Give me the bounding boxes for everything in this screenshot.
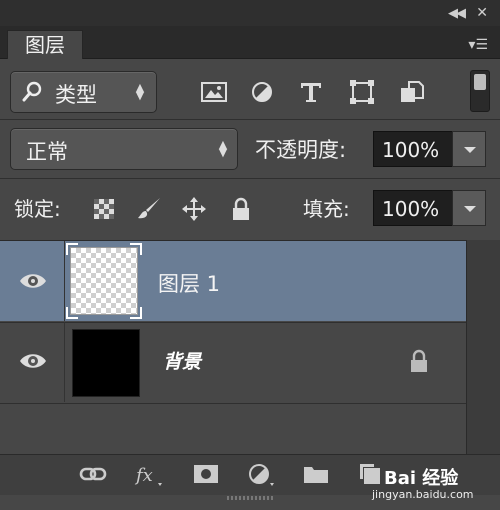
selection-corner bbox=[130, 307, 142, 319]
opacity-label: 不透明度: bbox=[255, 138, 347, 162]
link-icon[interactable] bbox=[78, 461, 108, 487]
panel-title-bar bbox=[0, 0, 500, 26]
fill-dropdown-button[interactable] bbox=[452, 190, 486, 226]
mask-icon[interactable] bbox=[191, 461, 221, 487]
layer-row[interactable] bbox=[0, 322, 466, 404]
search-icon bbox=[22, 81, 42, 102]
blend-mode-label: 正常 bbox=[26, 140, 68, 164]
close-icon[interactable]: ✕ bbox=[476, 5, 488, 21]
layer-thumbnail bbox=[70, 247, 138, 315]
adjustment-icon[interactable] bbox=[246, 461, 276, 487]
shape-filter-icon[interactable] bbox=[347, 78, 377, 106]
resize-grip-icon[interactable] bbox=[225, 494, 275, 502]
lock-all-icon[interactable] bbox=[228, 196, 254, 222]
selection-corner bbox=[130, 243, 142, 255]
type-filter-icon[interactable] bbox=[296, 78, 326, 106]
updown-arrows-icon: ▲ ▼ bbox=[135, 81, 145, 102]
filter-type-label: 类型 bbox=[55, 83, 97, 107]
layer-name[interactable]: 背景 bbox=[163, 347, 201, 374]
watermark-brand: Bai 经验 bbox=[384, 468, 459, 489]
panel-menu-icon[interactable]: ▾☰ bbox=[468, 37, 488, 53]
fx-icon[interactable]: fx bbox=[134, 461, 164, 487]
adjustment-filter-icon[interactable] bbox=[247, 78, 277, 106]
svg-text:fx: fx bbox=[134, 465, 153, 486]
opacity-input[interactable]: 100% bbox=[373, 131, 453, 167]
lock-position-icon[interactable] bbox=[181, 196, 207, 222]
fill-input[interactable]: 100% bbox=[373, 190, 453, 226]
double-chevron-left-icon[interactable]: ◀◀ bbox=[448, 6, 466, 21]
tab-layers[interactable]: 图层 bbox=[7, 30, 83, 60]
lock-label: 锁定: bbox=[14, 197, 61, 221]
layer-name[interactable]: 图层 1 bbox=[158, 268, 220, 298]
divider bbox=[64, 322, 65, 402]
updown-arrows-icon: ▲ ▼ bbox=[218, 138, 228, 159]
divider bbox=[64, 241, 65, 321]
folder-icon[interactable] bbox=[301, 461, 331, 487]
fill-label: 填充: bbox=[303, 197, 350, 221]
opacity-dropdown-button[interactable] bbox=[452, 131, 486, 167]
layer-thumbnail bbox=[72, 329, 140, 397]
eye-icon[interactable] bbox=[18, 351, 48, 371]
selection-corner bbox=[66, 307, 78, 319]
new-layer-icon[interactable] bbox=[356, 461, 386, 487]
smart-object-filter-icon[interactable] bbox=[397, 78, 427, 106]
watermark-url: jingyan.baidu.com bbox=[372, 488, 474, 501]
lock-transparent-icon[interactable] bbox=[91, 196, 117, 222]
filter-toggle-switch[interactable] bbox=[470, 70, 490, 112]
selection-corner bbox=[66, 243, 78, 255]
divider bbox=[0, 119, 500, 120]
image-filter-icon[interactable] bbox=[199, 78, 229, 106]
layers-scrollbar[interactable] bbox=[466, 240, 500, 454]
divider bbox=[0, 178, 500, 179]
eye-icon[interactable] bbox=[18, 271, 48, 291]
lock-icon bbox=[411, 349, 427, 372]
lock-brush-icon[interactable] bbox=[136, 196, 162, 222]
